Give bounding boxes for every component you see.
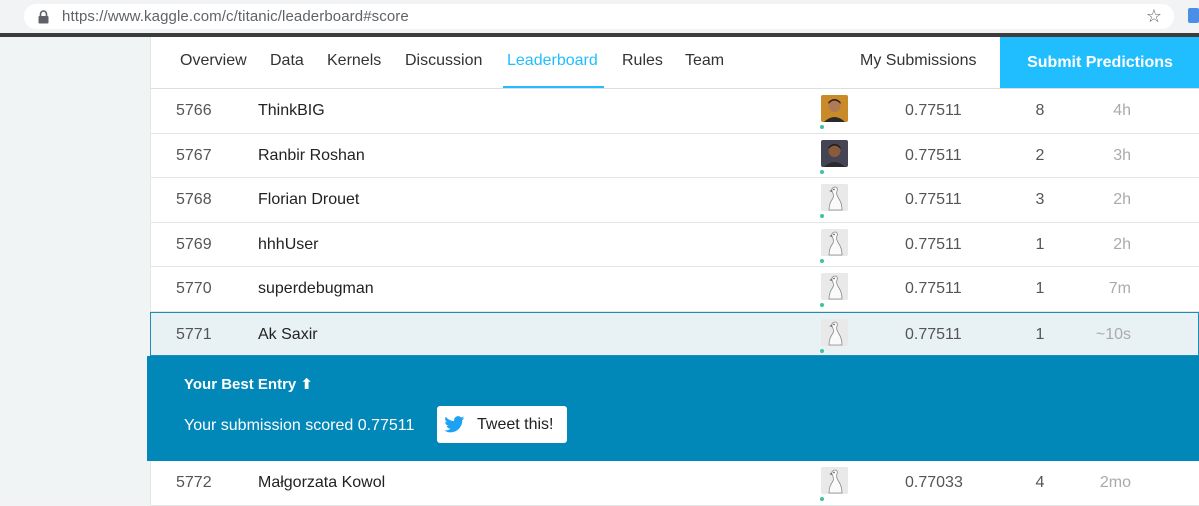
row-last-submission: ~10s <box>1095 325 1131 343</box>
row-rank: 5772 <box>176 474 212 491</box>
default-avatar-image <box>821 318 848 346</box>
team-avatar[interactable] <box>821 467 848 494</box>
online-status-dot <box>820 214 824 218</box>
row-entries: 1 <box>1035 280 1045 297</box>
row-entries: 3 <box>1035 191 1045 208</box>
team-name-link[interactable]: ThinkBIG <box>258 102 325 120</box>
row-score: 0.77511 <box>905 146 962 164</box>
kaggle-page: Overview Data Kernels Discussion Leaderb… <box>0 37 1199 506</box>
row-last-submission: 2h <box>1113 191 1131 208</box>
row-rank: 5769 <box>176 235 212 253</box>
leaderboard-row[interactable]: 5766 ThinkBIG 0.77511 8 4h <box>150 89 1199 134</box>
row-entries: 8 <box>1035 102 1045 119</box>
extension-icon[interactable] <box>1188 8 1199 23</box>
row-score: 0.77511 <box>905 102 962 119</box>
active-tab-underline <box>503 86 604 88</box>
best-entry-title: Your Best Entry ⬆ <box>184 376 313 393</box>
user-photo-image <box>821 139 848 167</box>
team-name-link[interactable]: Małgorzata Kowol <box>258 474 385 492</box>
leaderboard-row[interactable]: 5769 hhhUser 0.77511 1 2h <box>150 222 1199 267</box>
row-rank: 5766 <box>176 102 212 119</box>
online-status-dot <box>820 125 824 129</box>
row-last-submission: 3h <box>1113 146 1131 164</box>
row-last-submission: 7m <box>1108 280 1131 297</box>
team-avatar[interactable] <box>821 95 848 122</box>
row-rank: 5768 <box>176 191 212 208</box>
row-rank: 5770 <box>176 280 212 297</box>
row-entries: 1 <box>1035 235 1045 253</box>
team-avatar[interactable] <box>821 318 848 346</box>
team-name-link[interactable]: superdebugman <box>258 280 374 298</box>
tab-discussion[interactable]: Discussion <box>405 52 482 70</box>
left-gutter <box>0 37 150 500</box>
best-entry-panel: Your Best Entry ⬆ Your submission scored… <box>147 356 1199 461</box>
online-status-dot <box>820 348 824 353</box>
row-score: 0.77511 <box>905 280 962 297</box>
row-last-submission: 2mo <box>1099 474 1131 491</box>
submit-predictions-button[interactable]: Submit Predictions <box>1000 37 1199 88</box>
lock-icon <box>38 10 49 24</box>
default-avatar-image <box>821 184 848 211</box>
row-score: 0.77511 <box>905 325 962 343</box>
team-avatar[interactable] <box>821 228 848 256</box>
competition-tab-bar: Overview Data Kernels Discussion Leaderb… <box>150 37 1199 89</box>
tab-overview[interactable]: Overview <box>180 52 247 70</box>
my-submissions-link[interactable]: My Submissions <box>860 52 976 70</box>
row-rank: 5771 <box>176 325 212 343</box>
row-score: 0.77511 <box>905 191 962 208</box>
row-entries: 2 <box>1035 146 1045 164</box>
leaderboard-table: 5766 ThinkBIG 0.77511 8 4h 5767 Ranbir Roshan 0… <box>147 89 1199 506</box>
default-avatar-image <box>821 467 848 494</box>
row-score: 0.77033 <box>905 474 963 491</box>
row-last-submission: 4h <box>1113 102 1131 119</box>
tab-data[interactable]: Data <box>270 52 304 70</box>
team-name-link[interactable]: hhhUser <box>258 236 318 254</box>
user-photo-image <box>821 95 848 122</box>
url-text[interactable]: https://www.kaggle.com/c/titanic/leaderb… <box>62 8 409 25</box>
tab-kernels[interactable]: Kernels <box>327 52 381 70</box>
best-entry-message: Your submission scored 0.77511 <box>184 417 415 434</box>
url-bar[interactable]: https://www.kaggle.com/c/titanic/leaderb… <box>24 4 1174 29</box>
row-entries: 1 <box>1035 325 1045 343</box>
tweet-button-label: Tweet this! <box>477 415 554 433</box>
row-rank: 5767 <box>176 146 212 164</box>
tweet-button[interactable]: Tweet this! <box>437 406 567 443</box>
default-avatar-image <box>821 273 848 300</box>
leaderboard-row[interactable]: 5767 Ranbir Roshan 0.77511 2 3h <box>150 133 1199 178</box>
team-avatar[interactable] <box>821 273 848 300</box>
browser-address-bar: https://www.kaggle.com/c/titanic/leaderb… <box>0 0 1199 37</box>
tab-rules[interactable]: Rules <box>622 52 663 70</box>
tab-leaderboard[interactable]: Leaderboard <box>507 52 598 70</box>
online-status-dot <box>820 258 824 263</box>
my-leaderboard-row[interactable]: 5771 Ak Saxir 0.77511 1 ~10s <box>150 311 1199 356</box>
twitter-bird-icon <box>444 416 465 433</box>
row-last-submission: 2h <box>1113 235 1131 253</box>
team-name-link[interactable]: Florian Drouet <box>258 191 359 209</box>
team-name-link[interactable]: Ranbir Roshan <box>258 147 365 165</box>
bookmark-star-icon[interactable]: ☆ <box>1146 6 1162 27</box>
default-avatar-image <box>821 228 848 256</box>
row-score: 0.77511 <box>905 235 962 253</box>
online-status-dot <box>820 497 824 501</box>
team-name-link[interactable]: Ak Saxir <box>258 326 318 344</box>
leaderboard-row[interactable]: 5770 superdebugman 0.77511 1 7m <box>150 267 1199 312</box>
team-avatar[interactable] <box>821 139 848 167</box>
row-entries: 4 <box>1035 474 1045 491</box>
tab-team[interactable]: Team <box>685 52 724 70</box>
online-status-dot <box>820 169 824 174</box>
online-status-dot <box>820 303 824 307</box>
leaderboard-row[interactable]: 5772 Małgorzata Kowol 0.77033 4 2mo <box>150 461 1199 506</box>
leaderboard-row[interactable]: 5768 Florian Drouet 0.77511 3 2h <box>150 178 1199 223</box>
team-avatar[interactable] <box>821 184 848 211</box>
